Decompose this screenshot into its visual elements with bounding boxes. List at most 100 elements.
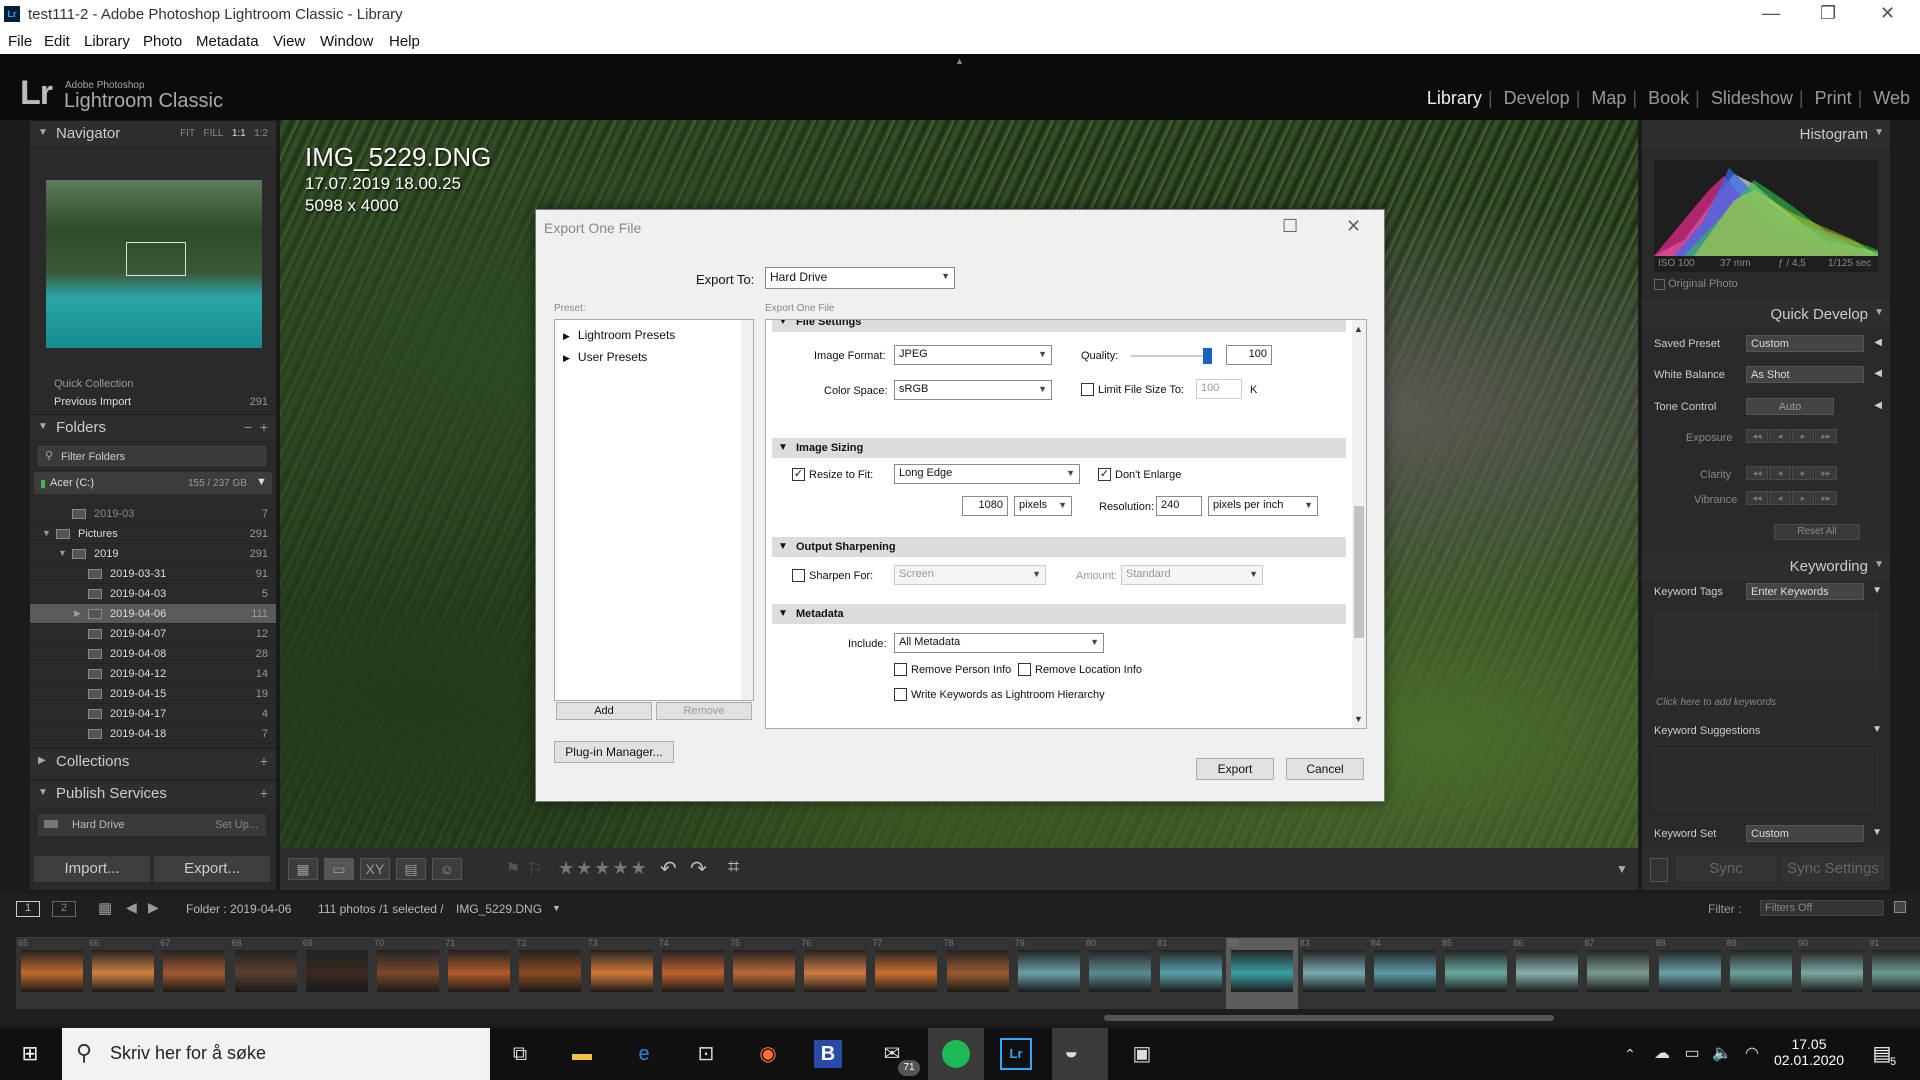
remove-location-info-checkbox[interactable] (1018, 663, 1031, 676)
quick-develop-header[interactable]: Quick Develop ▼ (1642, 300, 1890, 328)
file-menu-icon[interactable]: ▼ (552, 903, 561, 913)
menu-photo[interactable]: Photo (143, 33, 182, 50)
folders-add-remove-icon[interactable]: − + (244, 419, 268, 435)
navigator-preview[interactable] (46, 180, 262, 348)
folder-row[interactable]: 2019-03 7 (30, 504, 276, 524)
preset-scrollbar[interactable] (741, 320, 753, 700)
module-print[interactable]: Print (1815, 88, 1852, 108)
filmstrip-thumbnail[interactable]: 88 (1653, 937, 1726, 1009)
grid-view-icon[interactable]: ▦ (288, 858, 318, 880)
survey-view-icon[interactable]: ▤ (396, 858, 426, 880)
filmstrip-thumbnail[interactable]: 87 (1582, 937, 1655, 1009)
quality-slider[interactable] (1130, 348, 1212, 364)
filmstrip-thumbnail[interactable]: 69 (300, 937, 373, 1009)
cancel-button[interactable]: Cancel (1286, 758, 1364, 780)
sharpen-for-select[interactable]: Screen ▼ (894, 565, 1046, 585)
b-app-icon[interactable]: B (814, 1040, 842, 1068)
navigator-header[interactable]: ▼ Navigator FIT FILL 1:1 1:2 (30, 120, 276, 146)
back-arrow-icon[interactable]: ◀ (126, 899, 137, 916)
filmstrip-thumbnail[interactable]: 72 (514, 937, 587, 1009)
volume-icon[interactable]: 🔈 (1706, 1038, 1738, 1070)
filter-lock-icon[interactable] (1894, 901, 1906, 913)
import-button[interactable]: Import... (34, 856, 150, 882)
folder-row[interactable]: 2019-04-15 19 (30, 684, 276, 704)
filmstrip-thumbnail[interactable]: 79 (1012, 937, 1085, 1009)
image-format-select[interactable]: JPEG ▼ (894, 345, 1052, 365)
sharpen-amount-select[interactable]: Standard ▼ (1121, 565, 1263, 585)
preset-lightroom[interactable]: ▶ Lightroom Presets (563, 328, 675, 342)
module-map[interactable]: Map (1591, 88, 1626, 108)
store-icon[interactable]: ⊡ (690, 1038, 722, 1070)
drive-menu-icon[interactable]: ▼ (256, 476, 267, 488)
scroll-thumb[interactable] (1354, 506, 1364, 638)
folder-disclosure-icon[interactable]: ▼ (58, 548, 67, 558)
filmstrip-thumbnail[interactable]: 91 (1867, 937, 1920, 1009)
filmstrip-thumbnail[interactable]: 81 (1155, 937, 1228, 1009)
folder-row[interactable]: 2019-04-03 5 (30, 584, 276, 604)
crop-icon[interactable]: ⌗ (728, 856, 739, 879)
filmstrip-selected-file[interactable]: IMG_5229.DNG (456, 902, 542, 916)
toolbar-menu-icon[interactable]: ▼ (1616, 862, 1628, 876)
vibrance-stepper[interactable]: ◂◂ ◂ ▸ ▸▸ (1746, 491, 1838, 505)
filmstrip-thumbnail[interactable]: 78 (941, 937, 1014, 1009)
keyword-set-select[interactable]: Custom (1746, 825, 1864, 842)
output-sharpening-header[interactable]: ▼ Output Sharpening (772, 537, 1346, 557)
filmstrip-thumbnail[interactable]: 71 (443, 937, 516, 1009)
firefox-icon[interactable]: ◉ (752, 1038, 784, 1070)
remove-person-info-checkbox[interactable] (894, 663, 907, 676)
folder-filter-input[interactable]: ⚲ Filter Folders (38, 446, 266, 466)
plugin-manager-button[interactable]: Plug-in Manager... (554, 741, 674, 763)
compare-view-icon[interactable]: XY (360, 858, 390, 880)
filmstrip-thumbnail[interactable]: 67 (158, 937, 231, 1009)
filmstrip-thumbnail[interactable]: 83 (1297, 937, 1370, 1009)
auto-sync-toggle[interactable] (1650, 858, 1668, 882)
star-rating[interactable]: ★★★★★ (558, 858, 649, 879)
menu-metadata[interactable]: Metadata (196, 33, 259, 50)
resolution-unit-select[interactable]: pixels per inch ▼ (1208, 496, 1318, 516)
write-keywords-hierarchy-checkbox[interactable] (894, 688, 907, 701)
filmstrip-thumbnail[interactable]: 90 (1796, 937, 1868, 1009)
reset-all-button[interactable]: Reset All (1774, 524, 1860, 540)
remove-preset-button[interactable]: Remove (656, 702, 752, 720)
navigator-viewport-rect[interactable] (126, 242, 186, 276)
keyword-tags-select[interactable]: Enter Keywords (1746, 583, 1864, 600)
file-explorer-icon[interactable]: ▬ (566, 1038, 598, 1070)
filmstrip-thumbnail[interactable]: 65 (16, 937, 88, 1009)
histogram-graph[interactable]: ISO 100 37 mm ƒ / 4,5 1/125 sec (1654, 160, 1878, 272)
menu-view[interactable]: View (273, 33, 305, 50)
filmstrip-thumbnail[interactable]: 76 (799, 937, 872, 1009)
add-keywords-hint[interactable]: Click here to add keywords (1656, 697, 1776, 708)
spotify-slot[interactable] (928, 1028, 984, 1080)
filmstrip-thumbnail[interactable]: 75 (728, 937, 800, 1009)
image-sizing-header[interactable]: ▼ Image Sizing (772, 438, 1346, 458)
filmstrip-scrollbar[interactable] (1104, 1015, 1554, 1021)
keyword-suggestions-row[interactable]: Keyword Suggestions ▼ (1642, 719, 1890, 743)
drive-acer-c[interactable]: ▮ Acer (C:) 155 / 237 GB ▼ (34, 472, 272, 494)
menu-edit[interactable]: Edit (44, 33, 70, 50)
quality-input[interactable]: 100 (1226, 345, 1272, 365)
zoom-1-2[interactable]: 1:2 (254, 128, 268, 139)
menu-help[interactable]: Help (389, 33, 420, 50)
collapse-triangle-icon[interactable]: ▼ (1872, 724, 1882, 735)
tray-expand-icon[interactable]: ⌃ (1614, 1038, 1646, 1070)
publish-add-icon[interactable]: + (260, 785, 268, 801)
menu-library[interactable]: Library (84, 33, 130, 50)
dialog-maximize-icon[interactable]: ☐ (1282, 216, 1298, 237)
original-photo-checkbox[interactable] (1654, 278, 1665, 290)
filmstrip-thumbnail[interactable]: 86 (1511, 937, 1584, 1009)
clarity-stepper[interactable]: ◂◂ ◂ ▸ ▸▸ (1746, 466, 1838, 480)
close-icon[interactable]: ✕ (1880, 3, 1895, 24)
panel-collapse-top-icon[interactable]: ▲ (955, 56, 964, 66)
keyword-entry-area[interactable] (1654, 612, 1878, 678)
folder-row[interactable]: 2019-04-08 28 (30, 644, 276, 664)
folder-row[interactable]: 2019-04-18 7 (30, 724, 276, 744)
exposure-stepper[interactable]: ◂◂ ◂ ▸ ▸▸ (1746, 429, 1838, 443)
folder-row[interactable]: ▼ 2019 291 (30, 544, 276, 564)
folder-disclosure-icon[interactable]: ▼ (42, 528, 51, 538)
filmstrip-thumbnail[interactable]: 70 (372, 937, 444, 1009)
folder-row[interactable]: 2019-04-07 12 (30, 624, 276, 644)
auto-tone-button[interactable]: Auto (1746, 398, 1834, 415)
disclosure-icon[interactable]: ◀ (1874, 337, 1882, 348)
minimize-icon[interactable]: — (1762, 3, 1780, 24)
metadata-header[interactable]: ▼ Metadata (772, 604, 1346, 624)
